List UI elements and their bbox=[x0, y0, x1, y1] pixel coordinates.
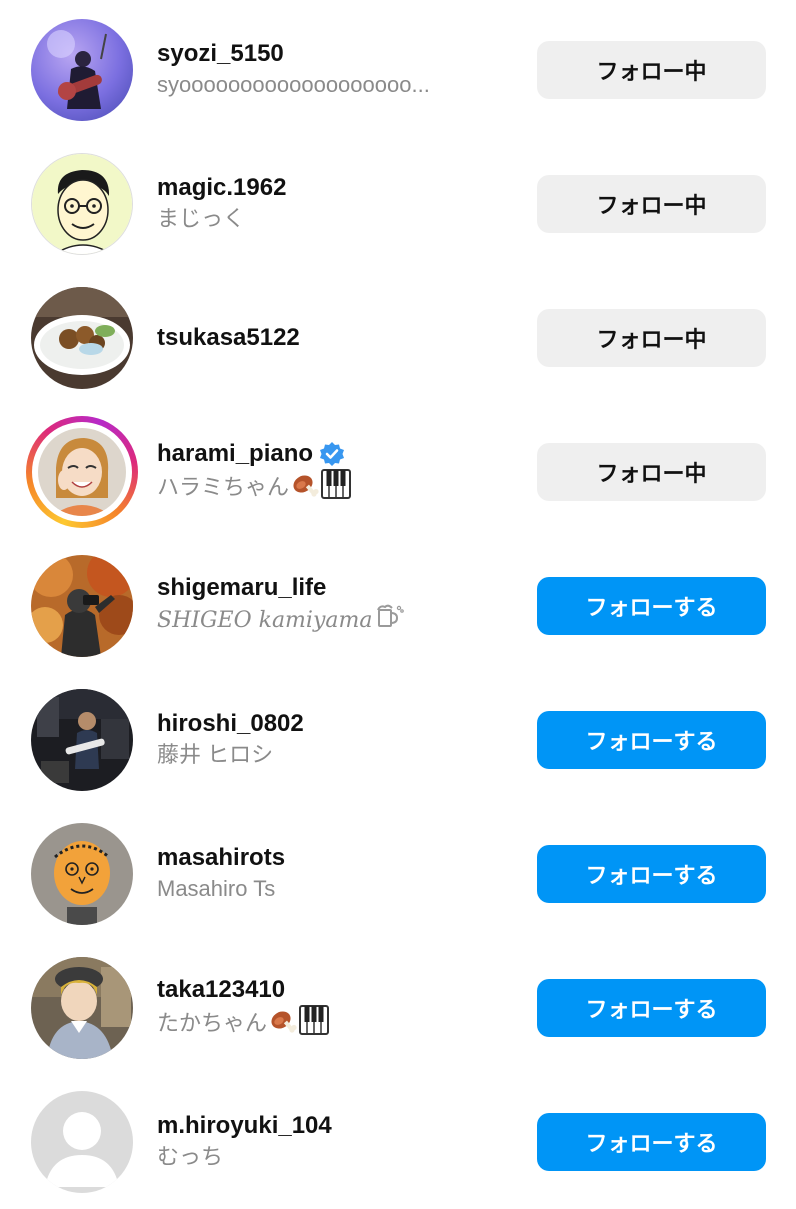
username[interactable]: syozi_5150 bbox=[157, 39, 497, 69]
avatar[interactable] bbox=[26, 416, 138, 528]
display-name: たかちゃん bbox=[157, 1005, 492, 1044]
username-text: harami_piano bbox=[157, 440, 314, 467]
username[interactable]: taka123410 bbox=[157, 975, 497, 1005]
default-avatar-icon bbox=[31, 1091, 133, 1193]
display-name: SHIGEO kamiyama bbox=[157, 603, 492, 639]
username[interactable]: m.hiroyuki_104 bbox=[157, 1111, 497, 1141]
list-item[interactable]: masahirots Masahiro Ts フォローする bbox=[0, 807, 796, 941]
follow-button[interactable]: フォローする bbox=[537, 1113, 766, 1171]
list-item[interactable]: shigemaru_life SHIGEO kamiyama フォローする bbox=[0, 539, 796, 673]
display-name: まじっく bbox=[157, 206, 246, 231]
avatar[interactable] bbox=[28, 552, 136, 660]
meat-on-bone-icon bbox=[291, 470, 319, 507]
avatar[interactable] bbox=[28, 1088, 136, 1196]
piano-keys-icon bbox=[299, 1005, 330, 1044]
following-list: syozi_5150 syooooooooooooooooooo... フォロー… bbox=[0, 0, 796, 1200]
piano-keys-icon bbox=[321, 469, 352, 508]
following-button[interactable]: フォロー中 bbox=[537, 443, 766, 501]
username[interactable]: harami_piano bbox=[157, 439, 497, 469]
beer-mug-icon bbox=[374, 603, 405, 639]
username[interactable]: shigemaru_life bbox=[157, 573, 497, 603]
following-button[interactable]: フォロー中 bbox=[537, 175, 766, 233]
username[interactable]: tsukasa5122 bbox=[157, 323, 497, 353]
username[interactable]: magic.1962 bbox=[157, 173, 497, 203]
username[interactable]: hiroshi_0802 bbox=[157, 709, 497, 739]
avatar[interactable] bbox=[28, 284, 136, 392]
display-name: Masahiro Ts bbox=[157, 876, 276, 901]
display-name-text: たかちゃん bbox=[157, 1010, 268, 1036]
avatar[interactable] bbox=[28, 150, 136, 258]
following-button[interactable]: フォロー中 bbox=[537, 41, 766, 99]
verified-badge-icon bbox=[319, 441, 345, 467]
list-item[interactable]: tsukasa5122 フォロー中 bbox=[0, 271, 796, 405]
list-item[interactable]: taka123410 たかちゃん フォローする bbox=[0, 941, 796, 1075]
avatar[interactable] bbox=[28, 954, 136, 1062]
follow-button[interactable]: フォローする bbox=[537, 979, 766, 1037]
follow-button[interactable]: フォローする bbox=[537, 577, 766, 635]
display-name: むっち bbox=[157, 1144, 224, 1169]
list-item[interactable]: magic.1962 まじっく フォロー中 bbox=[0, 137, 796, 271]
display-name-text: ハラミちゃん bbox=[157, 474, 290, 500]
list-item[interactable]: syozi_5150 syooooooooooooooooooo... フォロー… bbox=[0, 3, 796, 137]
following-button[interactable]: フォロー中 bbox=[537, 309, 766, 367]
meat-on-bone-icon bbox=[269, 1006, 297, 1043]
avatar[interactable] bbox=[28, 820, 136, 928]
display-name-text: SHIGEO kamiyama bbox=[157, 608, 373, 633]
display-name: 藤井 ヒロシ bbox=[157, 742, 274, 767]
display-name: syooooooooooooooooooo... bbox=[157, 72, 430, 97]
list-item[interactable]: harami_piano ハラミちゃん フォロー中 bbox=[0, 405, 796, 539]
follow-button[interactable]: フォローする bbox=[537, 711, 766, 769]
avatar[interactable] bbox=[28, 16, 136, 124]
username[interactable]: masahirots bbox=[157, 843, 497, 873]
avatar[interactable] bbox=[28, 686, 136, 794]
display-name: ハラミちゃん bbox=[157, 469, 492, 508]
list-item[interactable]: m.hiroyuki_104 むっち フォローする bbox=[0, 1075, 796, 1209]
list-item[interactable]: hiroshi_0802 藤井 ヒロシ フォローする bbox=[0, 673, 796, 807]
follow-button[interactable]: フォローする bbox=[537, 845, 766, 903]
